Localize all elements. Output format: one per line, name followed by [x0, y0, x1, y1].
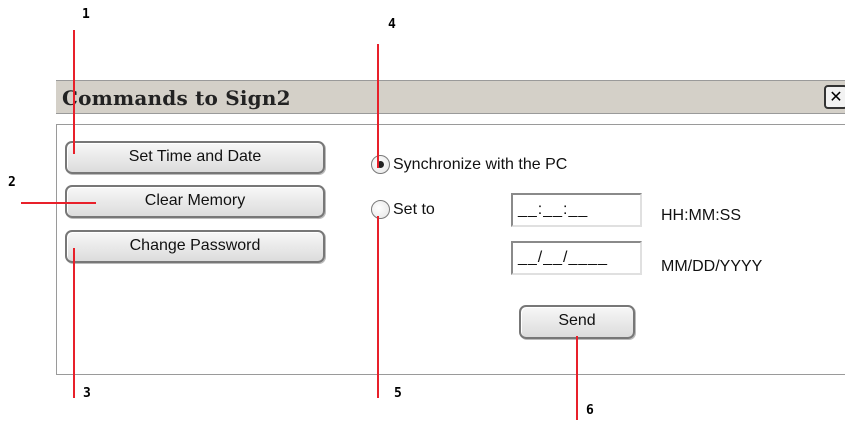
sync-pc-radio[interactable]: [371, 155, 390, 174]
commands-panel: Set Time and Date Clear Memory Change Pa…: [56, 124, 845, 375]
callout-line-1: [73, 30, 75, 154]
set-to-radio-option[interactable]: Set to: [371, 200, 435, 219]
close-icon[interactable]: ✕: [824, 85, 845, 109]
callout-2: 2: [8, 175, 16, 190]
set-time-date-button[interactable]: Set Time and Date: [65, 141, 325, 174]
clear-memory-button[interactable]: Clear Memory: [65, 185, 325, 218]
callout-6: 6: [586, 403, 594, 418]
change-password-button[interactable]: Change Password: [65, 230, 325, 263]
time-format-label: HH:MM:SS: [661, 207, 741, 224]
callout-5: 5: [394, 386, 402, 401]
callout-line-3: [73, 248, 75, 398]
callout-line-2: [21, 202, 96, 204]
callout-3: 3: [83, 386, 91, 401]
callout-line-6: [576, 336, 578, 420]
time-input[interactable]: __:__:__: [511, 193, 642, 227]
callout-line-5: [377, 216, 379, 398]
callout-4: 4: [388, 17, 396, 32]
set-to-radio[interactable]: [371, 200, 390, 219]
dialog-title: Commands to Sign2: [62, 86, 291, 110]
date-input[interactable]: __/__/____: [511, 241, 642, 275]
commands-dialog: Commands to Sign2 ✕ Set Time and Date Cl…: [56, 80, 845, 378]
sync-pc-radio-option[interactable]: Synchronize with the PC: [371, 155, 567, 174]
set-to-label: Set to: [393, 200, 435, 218]
date-format-label: MM/DD/YYYY: [661, 258, 763, 275]
send-button[interactable]: Send: [519, 305, 635, 339]
title-bar: Commands to Sign2 ✕: [56, 80, 845, 114]
callout-1: 1: [82, 7, 90, 22]
sync-pc-label: Synchronize with the PC: [393, 155, 568, 173]
callout-line-4: [377, 44, 379, 168]
